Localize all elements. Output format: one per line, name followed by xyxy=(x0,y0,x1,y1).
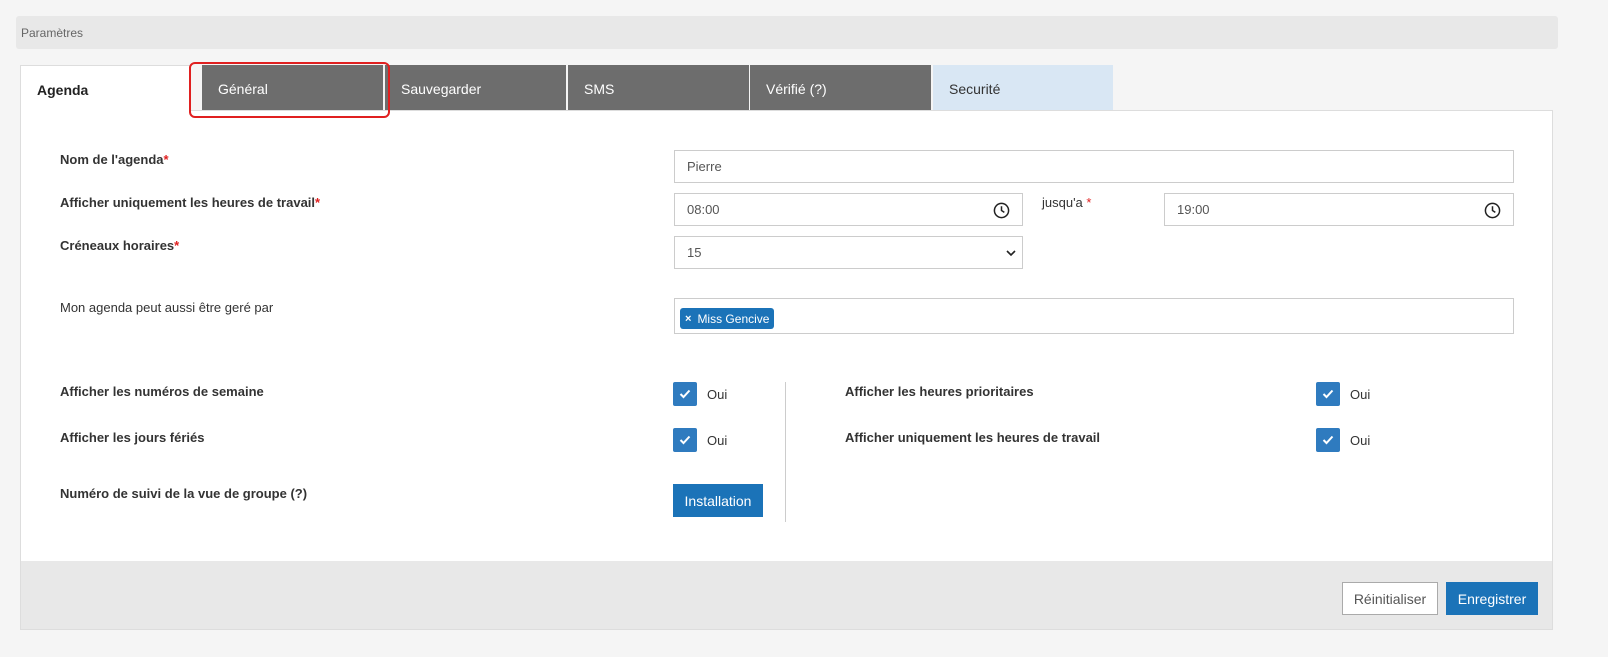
week-numbers-checkbox[interactable] xyxy=(673,382,697,406)
work-hours-label: Afficher uniquement les heures de travai… xyxy=(60,195,321,210)
tab-sms[interactable]: SMS xyxy=(568,65,749,111)
end-time-input[interactable]: 19:00 xyxy=(1164,193,1514,226)
only-work-hours-label: Afficher uniquement les heures de travai… xyxy=(845,430,1101,445)
chevron-down-icon xyxy=(1006,250,1016,257)
agenda-name-input[interactable]: Pierre xyxy=(674,150,1514,183)
priority-hours-checkbox[interactable] xyxy=(1316,382,1340,406)
priority-hours-yes: Oui xyxy=(1350,387,1371,402)
week-numbers-label: Afficher les numéros de semaine xyxy=(60,384,264,399)
check-icon xyxy=(1322,435,1334,445)
check-icon xyxy=(1322,389,1334,399)
options-divider xyxy=(785,382,786,522)
holidays-checkbox[interactable] xyxy=(673,428,697,452)
save-button[interactable]: Enregistrer xyxy=(1446,582,1538,615)
clock-icon[interactable] xyxy=(1484,202,1501,219)
form-footer xyxy=(20,561,1553,630)
tab-save[interactable]: Sauvegarder xyxy=(385,65,566,111)
managed-by-tag: × Miss Gencive xyxy=(680,308,775,329)
remove-tag-icon[interactable]: × xyxy=(685,313,691,325)
holidays-yes: Oui xyxy=(707,433,728,448)
agenda-name-label: Nom de l'agenda* xyxy=(60,152,169,167)
tab-general[interactable]: Général xyxy=(202,65,383,111)
installation-button[interactable]: Installation xyxy=(673,484,763,517)
managed-by-input[interactable]: × Miss Gencive xyxy=(674,298,1514,334)
tab-verified[interactable]: Vérifié (?) xyxy=(750,65,931,111)
slots-label: Créneaux horaires* xyxy=(60,238,180,253)
check-icon xyxy=(679,435,691,445)
holidays-label: Afficher les jours fériés xyxy=(60,430,205,445)
tab-security[interactable]: Securité xyxy=(933,65,1113,111)
check-icon xyxy=(679,389,691,399)
slots-select[interactable]: 15 xyxy=(674,236,1023,269)
tracking-label: Numéro de suivi de la vue de groupe (?) xyxy=(60,486,308,501)
only-work-hours-checkbox[interactable] xyxy=(1316,428,1340,452)
priority-hours-label: Afficher les heures prioritaires xyxy=(845,384,1034,399)
settings-panel xyxy=(20,110,1553,630)
breadcrumb: Paramètres xyxy=(16,16,1558,49)
managed-by-label: Mon agenda peut aussi être geré par xyxy=(60,300,274,315)
start-time-input[interactable]: 08:00 xyxy=(674,193,1023,226)
until-label: jusqu'a * xyxy=(1042,195,1092,210)
reset-button[interactable]: Réinitialiser xyxy=(1342,582,1438,615)
tab-agenda[interactable]: Agenda xyxy=(20,65,190,112)
only-work-hours-yes: Oui xyxy=(1350,433,1371,448)
clock-icon[interactable] xyxy=(993,202,1010,219)
week-numbers-yes: Oui xyxy=(707,387,728,402)
